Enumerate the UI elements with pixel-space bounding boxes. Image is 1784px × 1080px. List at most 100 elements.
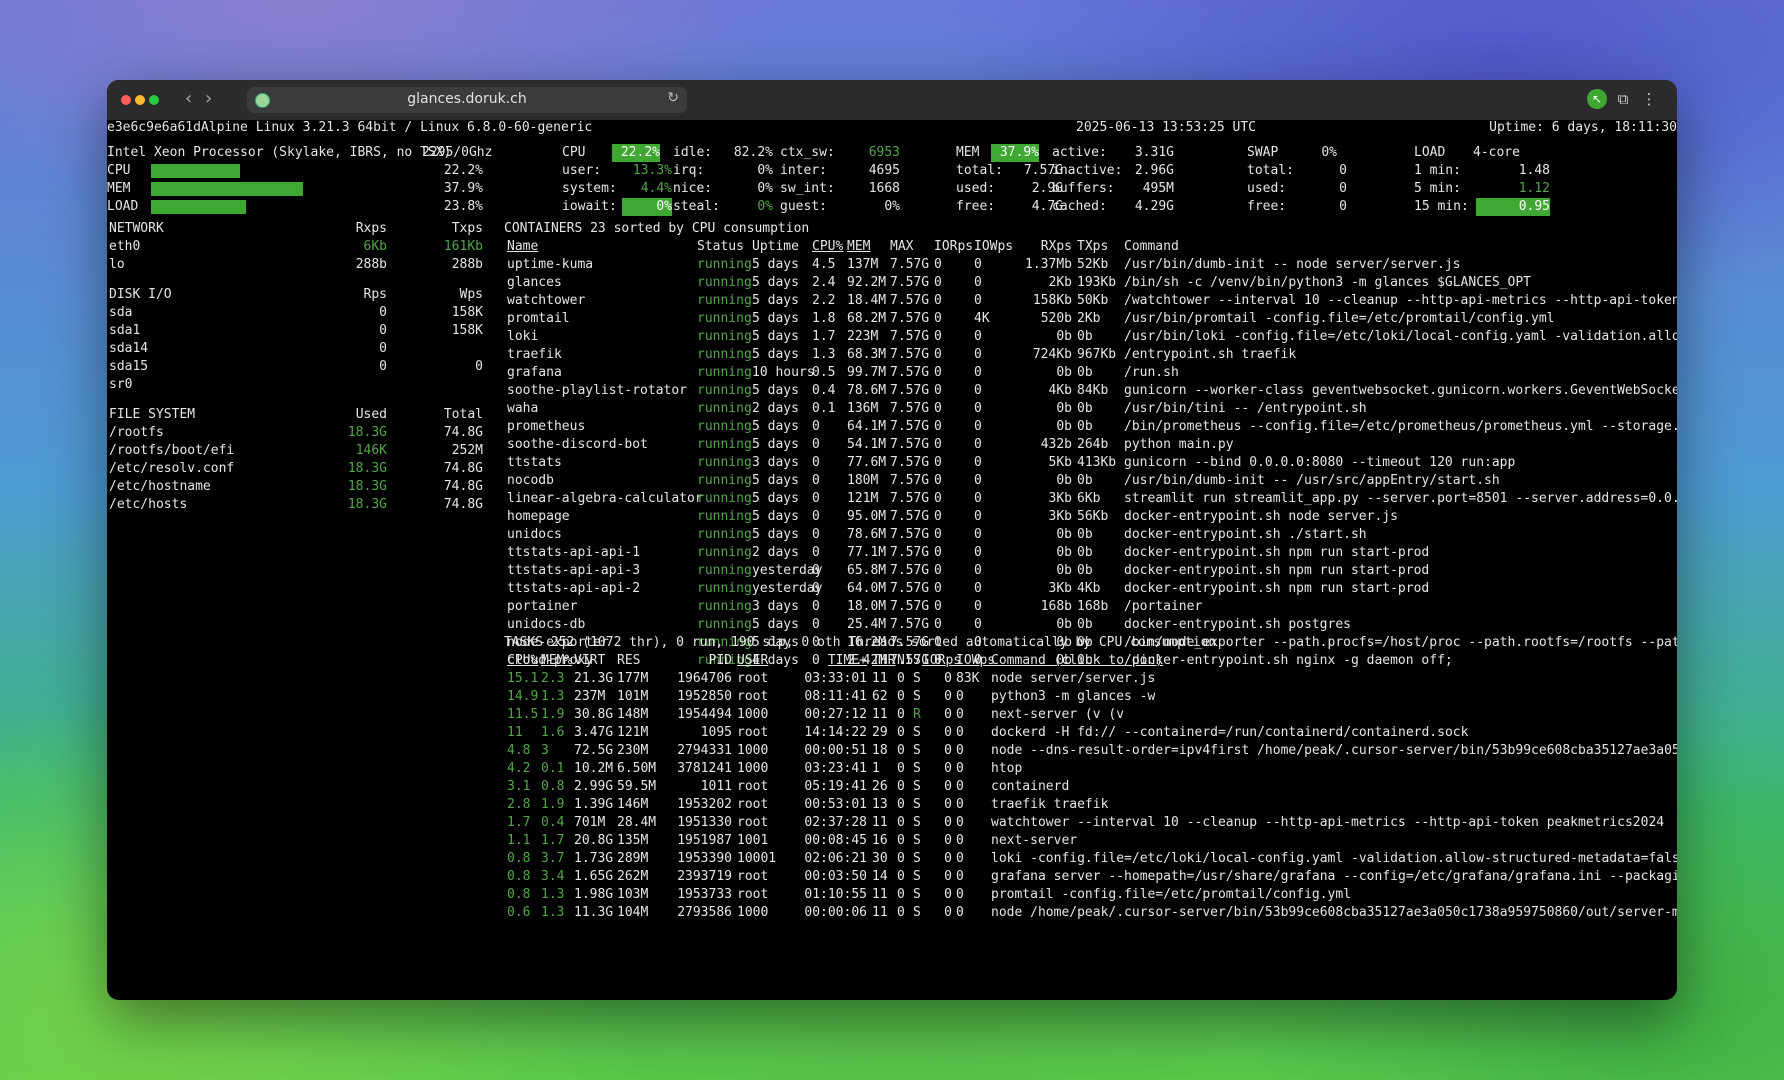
- container-row[interactable]: portainer running 3 days 0 18.0M 7.57G 0 0 168b 1…: [107, 598, 1677, 616]
- container-row[interactable]: ttstats running 3 days 0 77.6M 7.57G 0 0 5Kb 413K…: [107, 454, 1677, 472]
- container-cell: nocodb: [507, 473, 554, 488]
- column-header[interactable]: CPU%: [507, 652, 538, 670]
- process-row[interactable]: 0.8 3.4 1.65G 262M 2393719 root 00:03:50 14 0 S 0 0…: [107, 868, 1677, 886]
- container-cell: 0: [812, 419, 820, 434]
- column-header[interactable]: IORps: [934, 238, 973, 256]
- container-cell: 0b: [1077, 401, 1093, 416]
- container-row[interactable]: uptime-kuma running 5 days 4.5 137M 7.57G 0 0 1.…: [107, 256, 1677, 274]
- process-row[interactable]: 4.2 0.1 10.2M 6.50M 3781241 1000 03:23:41 1 0 S 0 0…: [107, 760, 1677, 778]
- container-cell: 95.0M: [847, 509, 887, 524]
- column-header[interactable]: IORps: [922, 652, 961, 670]
- column-header[interactable]: S: [913, 652, 921, 670]
- tasks-header[interactable]: CPU% MEM% VIRT RES PID USER TIME+ THR NI S IORps IO…: [107, 652, 1677, 670]
- container-cell: 158Kb: [1032, 293, 1072, 308]
- process-row[interactable]: 0.8 1.3 1.98G 103M 1953733 root 01:10:55 11 0 S 0 0…: [107, 886, 1677, 904]
- column-header[interactable]: PID: [662, 652, 732, 670]
- column-header[interactable]: MAX: [890, 238, 913, 256]
- container-row[interactable]: grafana running 10 hours 0.5 99.7M 7.57G 0 0 0b 0…: [107, 364, 1677, 382]
- container-row[interactable]: loki running 5 days 1.7 223M 7.57G 0 0 0b 0b/usr/…: [107, 328, 1677, 346]
- container-row[interactable]: watchtower running 5 days 2.2 18.4M 7.57G 0 0 15…: [107, 292, 1677, 310]
- back-chevron-icon[interactable]: ‹: [185, 88, 192, 109]
- column-header[interactable]: IOWps: [956, 652, 995, 670]
- extension-cursor-icon[interactable]: ↖: [1587, 89, 1607, 109]
- column-header[interactable]: Status: [697, 238, 744, 256]
- container-cell: 180M: [847, 473, 879, 488]
- process-cell: root: [737, 815, 769, 830]
- container-row[interactable]: waha running 2 days 0.1 136M 7.57G 0 0 0b 0b/usr/…: [107, 400, 1677, 418]
- process-row[interactable]: 15.1 2.3 21.3G 177M 1964706 root 03:33:01 11 0 S 0…: [107, 670, 1677, 688]
- reload-icon[interactable]: ↻: [667, 90, 679, 106]
- container-row[interactable]: ttstats-api-api-1 running 2 days 0 77.1M 7.57…: [107, 544, 1677, 562]
- process-row[interactable]: 1.7 0.4 701M 28.4M 1951330 root 02:37:28 11 0 S 0 0…: [107, 814, 1677, 832]
- column-header[interactable]: Name: [507, 238, 538, 256]
- container-row[interactable]: ttstats-api-api-3 running yesterday 0 65.8M 7…: [107, 562, 1677, 580]
- stat-value: 0%: [757, 199, 773, 214]
- column-header[interactable]: THR: [872, 652, 895, 670]
- column-header[interactable]: USER: [737, 652, 768, 670]
- column-header[interactable]: RXps: [1012, 238, 1072, 256]
- container-row[interactable]: unidocs-db running 5 days 0 25.4M 7.57G 0 0 0b 0b…: [107, 616, 1677, 634]
- container-row[interactable]: homepage running 5 days 0 95.0M 7.57G 0 0 3Kb 56K…: [107, 508, 1677, 526]
- process-cell: 0.8: [507, 851, 531, 866]
- close-window-button[interactable]: [121, 95, 131, 105]
- container-cell: 5 days: [752, 329, 799, 344]
- container-cell: 5 days: [752, 509, 799, 524]
- container-cell: 0: [974, 347, 982, 362]
- process-row[interactable]: 0.6 1.3 11.3G 104M 2793586 1000 00:00:06 11 0 S 0 0…: [107, 904, 1677, 922]
- container-row[interactable]: glances running 5 days 2.4 92.2M 7.57G 0 0 2Kb 19…: [107, 274, 1677, 292]
- maximize-window-button[interactable]: [149, 95, 159, 105]
- process-cell: 0: [897, 869, 905, 884]
- process-cell: 30.8G: [574, 707, 614, 722]
- column-header[interactable]: Uptime: [752, 238, 799, 256]
- process-cell: 3781241: [677, 761, 732, 776]
- forward-chevron-icon[interactable]: ›: [205, 88, 212, 109]
- containers-header[interactable]: Name Status Uptime CPU% MEM MAX IORps IOWps RXps…: [107, 238, 1677, 256]
- minimize-window-button[interactable]: [135, 95, 145, 105]
- process-cell: containerd: [991, 779, 1070, 794]
- process-row[interactable]: 11.5 1.9 30.8G 148M 1954494 1000 00:27:12 11 0 R 0…: [107, 706, 1677, 724]
- column-header[interactable]: TIME+: [797, 652, 867, 670]
- stat-label: sw_int:: [780, 181, 835, 196]
- container-row[interactable]: ttstats-api-api-2 running yesterday 0 64.0M 7…: [107, 580, 1677, 598]
- container-row[interactable]: soothe-playlist-rotator running 5 days 0.4 7…: [107, 382, 1677, 400]
- column-header[interactable]: IOWps: [974, 238, 1013, 256]
- container-row[interactable]: soothe-discord-bot running 5 days 0 54.1M 7.5…: [107, 436, 1677, 454]
- process-row[interactable]: 2.8 1.9 1.39G 146M 1953202 root 00:53:01 13 0 S 0 0…: [107, 796, 1677, 814]
- container-row[interactable]: prometheus running 5 days 0 64.1M 7.57G 0 0 0b 0b…: [107, 418, 1677, 436]
- column-header[interactable]: Command: [1124, 238, 1179, 256]
- process-cell: 0: [956, 707, 964, 722]
- browser-menu-icon[interactable]: ⋮: [1639, 89, 1659, 109]
- process-cell: S: [913, 851, 921, 866]
- stat-label: nice:: [673, 181, 713, 196]
- process-row[interactable]: 3.1 0.8 2.99G 59.5M 1011 root 05:19:41 26 0 S 0 0 co…: [107, 778, 1677, 796]
- stat-label: free:: [956, 199, 996, 214]
- process-row[interactable]: 11 1.6 3.47G 121M 1095 root 14:14:22 29 0 S 0 0 dock…: [107, 724, 1677, 742]
- process-row[interactable]: 4.8 3 72.5G 230M 2794331 1000 00:00:51 18 0 S 0 0 no…: [107, 742, 1677, 760]
- container-row[interactable]: nocodb running 5 days 0 180M 7.57G 0 0 0b 0b/usr/…: [107, 472, 1677, 490]
- column-header[interactable]: MEM%: [541, 652, 572, 670]
- container-row[interactable]: linear-algebra-calculator running 5 days 0 1…: [107, 490, 1677, 508]
- process-row[interactable]: 1.1 1.7 20.8G 135M 1951987 1001 00:08:45 16 0 S 0 0…: [107, 832, 1677, 850]
- container-cell: 0: [974, 437, 982, 452]
- process-row[interactable]: 0.8 3.7 1.73G 289M 1953390 10001 02:06:21 30 0 S 0…: [107, 850, 1677, 868]
- process-cell: 1953202: [677, 797, 732, 812]
- container-cell: 7.57G: [890, 563, 930, 578]
- process-cell: 1.3: [541, 887, 565, 902]
- column-header[interactable]: MEM: [847, 238, 870, 256]
- column-header[interactable]: NI: [897, 652, 913, 670]
- column-header[interactable]: CPU%: [812, 238, 843, 256]
- stat-value: 4.29G: [1134, 199, 1174, 214]
- column-header[interactable]: Command (click to pin): [991, 652, 1163, 670]
- extensions-puzzle-icon[interactable]: ⧉: [1613, 89, 1633, 109]
- mem-title: MEM: [956, 145, 980, 160]
- container-row[interactable]: traefik running 5 days 1.3 68.3M 7.57G 0 0 724Kb…: [107, 346, 1677, 364]
- column-header[interactable]: VIRT: [574, 652, 605, 670]
- quicklook-bar: [151, 200, 246, 214]
- address-bar[interactable]: glances.doruk.ch ↻: [247, 87, 687, 113]
- column-header[interactable]: TXps: [1077, 238, 1108, 256]
- container-row[interactable]: promtail running 5 days 1.8 68.2M 7.57G 0 4K 520…: [107, 310, 1677, 328]
- stat-value: 0: [1339, 181, 1347, 196]
- column-header[interactable]: RES: [617, 652, 640, 670]
- process-row[interactable]: 14.9 1.3 237M 101M 1952850 root 08:11:41 62 0 S 0 0…: [107, 688, 1677, 706]
- container-row[interactable]: unidocs running 5 days 0 78.6M 7.57G 0 0 0b 0b doc…: [107, 526, 1677, 544]
